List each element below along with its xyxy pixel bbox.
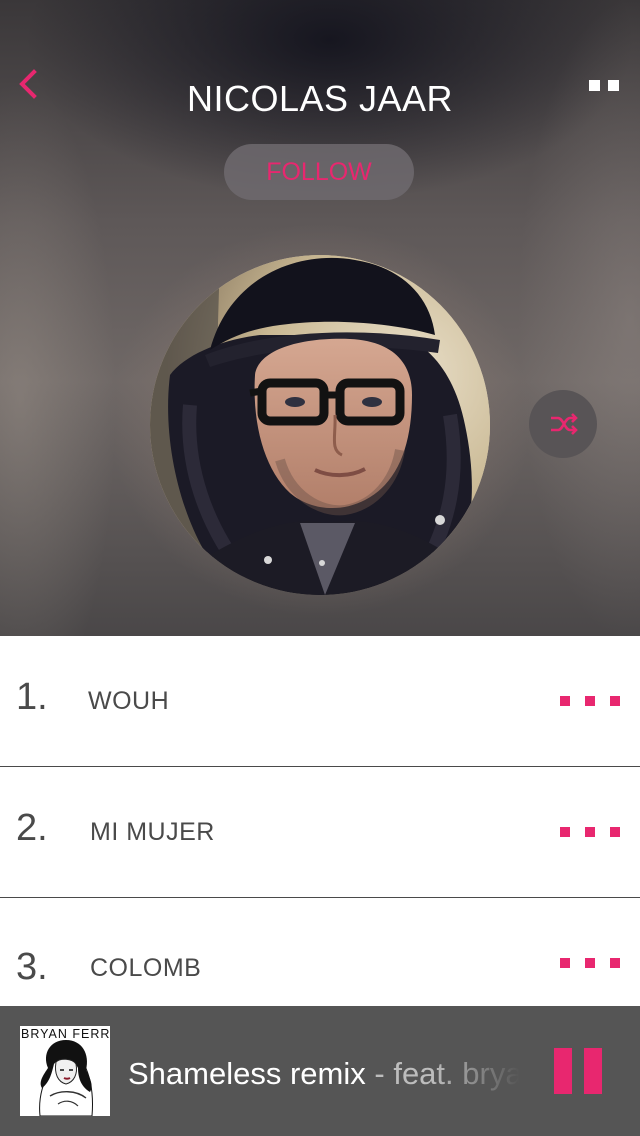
artist-avatar bbox=[150, 255, 490, 595]
shuffle-button[interactable] bbox=[529, 390, 597, 458]
now-playing-title: Shameless remix bbox=[128, 1056, 366, 1091]
track-more-button[interactable] bbox=[558, 956, 622, 970]
menu-dot-icon bbox=[589, 80, 600, 91]
album-art[interactable]: BRYAN FERRY bbox=[20, 1026, 110, 1116]
now-playing-separator: - bbox=[374, 1056, 385, 1091]
dot-icon bbox=[560, 827, 570, 837]
menu-dot-icon bbox=[608, 80, 619, 91]
artist-hero: NICOLAS JAAR FOLLOW bbox=[0, 0, 640, 636]
track-list: 1. WOUH 2. MI MUJER 3. COLOMB bbox=[0, 636, 640, 1028]
album-portrait bbox=[39, 1040, 93, 1116]
dot-icon bbox=[585, 696, 595, 706]
now-playing-text: Shameless remix - feat. bryan ferry bbox=[128, 1054, 520, 1094]
dot-icon bbox=[560, 958, 570, 968]
artist-photo bbox=[150, 255, 490, 595]
dot-icon bbox=[610, 827, 620, 837]
dot-icon bbox=[585, 827, 595, 837]
track-number: 1. bbox=[16, 676, 48, 718]
shuffle-icon bbox=[551, 413, 578, 435]
pause-bar-icon bbox=[584, 1048, 602, 1094]
pause-bar-icon bbox=[554, 1048, 572, 1094]
track-number: 3. bbox=[16, 946, 48, 988]
track-row[interactable]: 1. WOUH bbox=[0, 636, 640, 767]
track-title: COLOMB bbox=[90, 954, 202, 982]
track-more-button[interactable] bbox=[558, 825, 622, 839]
track-title: WOUH bbox=[88, 687, 170, 715]
now-playing-bar[interactable]: BRYAN FERRY Shameless remix - feat. brya… bbox=[0, 1006, 640, 1136]
artist-name: NICOLAS JAAR bbox=[186, 78, 454, 119]
dot-icon bbox=[560, 696, 570, 706]
follow-button[interactable]: FOLLOW bbox=[224, 144, 414, 200]
track-title: MI MUJER bbox=[90, 818, 215, 846]
track-number: 2. bbox=[16, 807, 48, 849]
pause-button[interactable] bbox=[554, 1048, 602, 1094]
track-more-button[interactable] bbox=[558, 694, 622, 708]
dot-icon bbox=[585, 958, 595, 968]
dot-icon bbox=[610, 958, 620, 968]
dot-icon bbox=[610, 696, 620, 706]
menu-button[interactable] bbox=[586, 76, 624, 96]
track-row[interactable]: 2. MI MUJER bbox=[0, 767, 640, 898]
now-playing-featuring: feat. bryan ferry bbox=[393, 1056, 520, 1091]
